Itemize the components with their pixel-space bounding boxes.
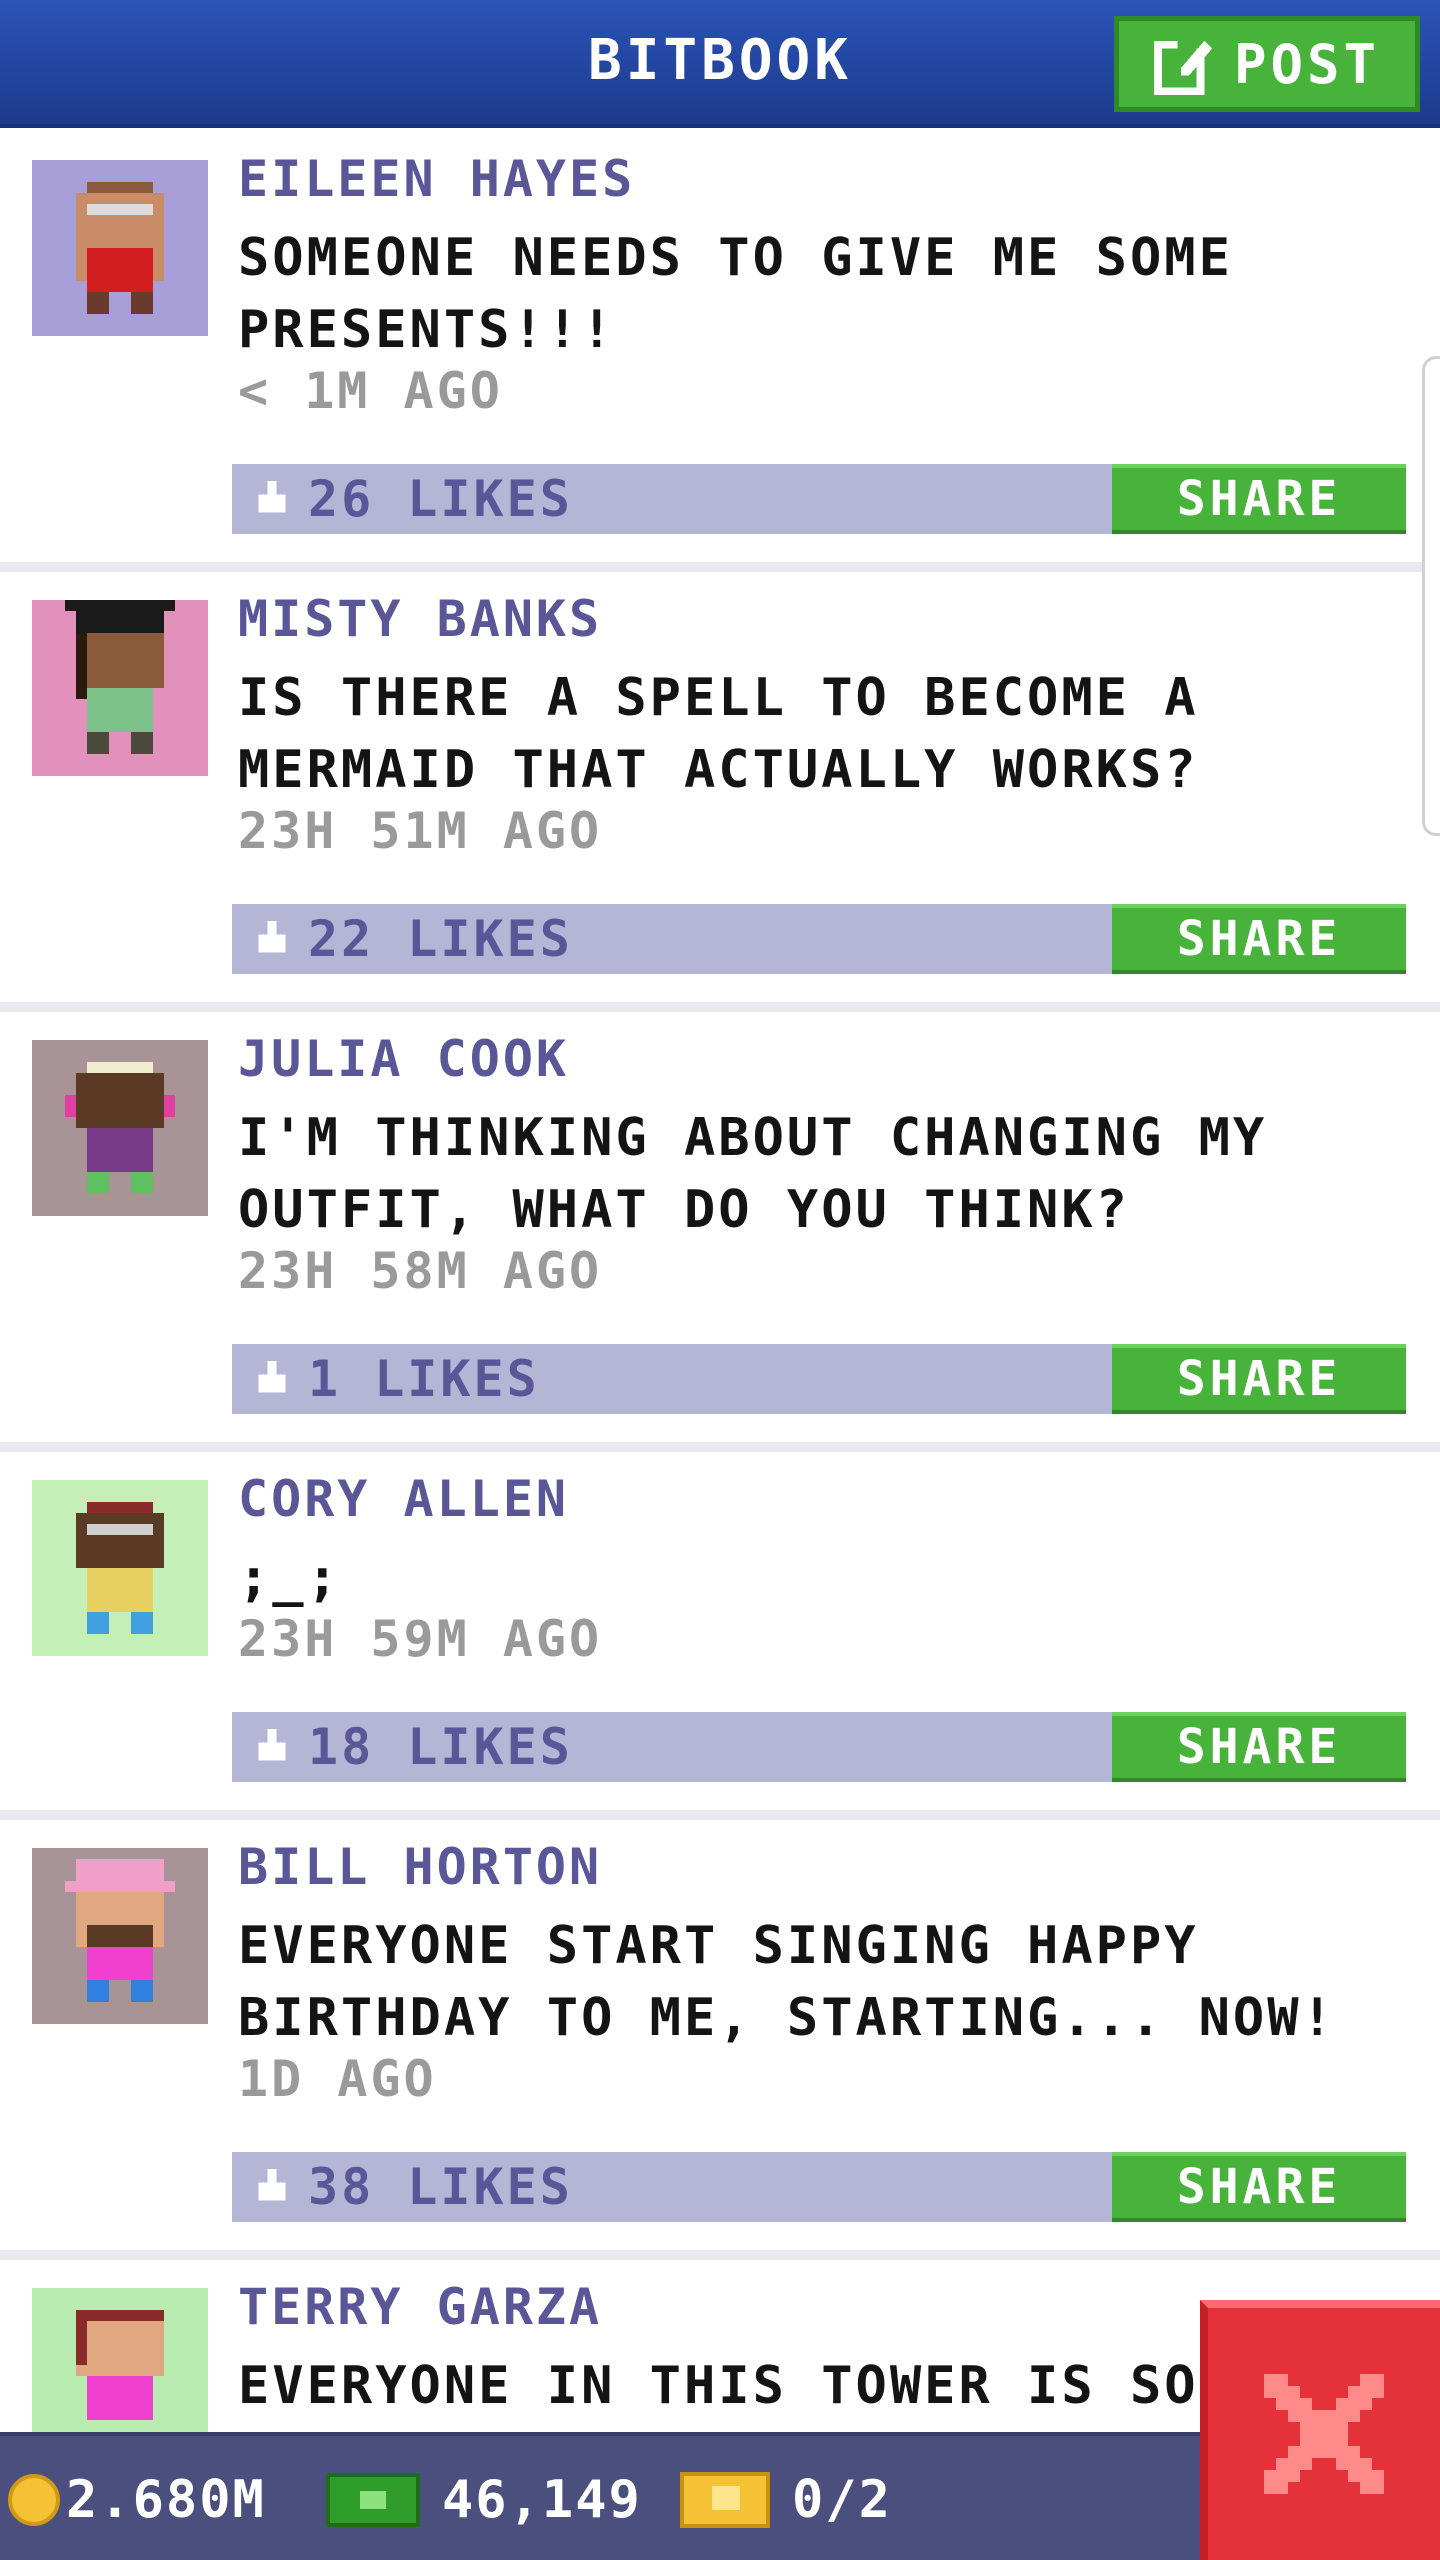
coins-stat: 2.680M — [8, 2436, 266, 2560]
post-author[interactable]: CORY ALLEN — [238, 1470, 569, 1528]
coin-icon — [8, 2474, 60, 2526]
app-header: BITBOOK POST — [0, 0, 1440, 128]
post-time: < 1M AGO — [238, 362, 503, 420]
post-feed[interactable]: EILEEN HAYES SOMEONE NEEDS TO GIVE ME SO… — [0, 132, 1440, 2560]
post-author[interactable]: TERRY GARZA — [238, 2278, 602, 2336]
tickets-value: 0/2 — [792, 2470, 892, 2530]
close-icon — [1264, 2374, 1384, 2494]
avatar[interactable] — [32, 1040, 208, 1216]
like-bar[interactable]: 18 LIKES SHARE — [232, 1712, 1406, 1782]
feed-post: JULIA COOK I'M THINKING ABOUT CHANGING M… — [0, 1012, 1440, 1452]
share-button[interactable]: SHARE — [1112, 904, 1406, 974]
feed-post: CORY ALLEN ;_; 23H 59M AGO 18 LIKES SHAR… — [0, 1452, 1440, 1820]
likes-count: 1 LIKES — [308, 1350, 540, 1408]
feed-post: EILEEN HAYES SOMEONE NEEDS TO GIVE ME SO… — [0, 132, 1440, 572]
post-message: SOMEONE NEEDS TO GIVE ME SOME PRESENTS!!… — [238, 228, 1233, 360]
post-author[interactable]: BILL HORTON — [238, 1838, 602, 1896]
thumbs-up-icon — [258, 2169, 286, 2201]
coins-value: 2.680M — [66, 2470, 266, 2530]
ticket-icon — [680, 2472, 770, 2528]
share-button[interactable]: SHARE — [1112, 2152, 1406, 2222]
post-message: ;_; — [238, 1548, 341, 1608]
share-button[interactable]: SHARE — [1112, 1712, 1406, 1782]
post-message: IS THERE A SPELL TO BECOME A MERMAID THA… — [238, 668, 1199, 800]
post-author[interactable]: MISTY BANKS — [238, 590, 602, 648]
post-time: 23H 51M AGO — [238, 802, 603, 860]
likes-count: 26 LIKES — [308, 470, 573, 528]
post-time: 1D AGO — [238, 2050, 437, 2108]
like-bar[interactable]: 38 LIKES SHARE — [232, 2152, 1406, 2222]
like-bar[interactable]: 26 LIKES SHARE — [232, 464, 1406, 534]
post-button-label: POST — [1233, 32, 1381, 96]
avatar[interactable] — [32, 160, 208, 336]
bux-icon — [326, 2473, 420, 2527]
post-message: EVERYONE START SINGING HAPPY BIRTHDAY TO… — [238, 1916, 1336, 2048]
post-time: 23H 58M AGO — [238, 1242, 603, 1300]
post-time: 23H 59M AGO — [238, 1610, 603, 1668]
scroll-indicator[interactable] — [1422, 356, 1440, 836]
edit-icon — [1153, 40, 1213, 95]
like-bar[interactable]: 1 LIKES SHARE — [232, 1344, 1406, 1414]
post-message: I'M THINKING ABOUT CHANGING MY OUTFIT, W… — [238, 1108, 1268, 1240]
feed-post: MISTY BANKS IS THERE A SPELL TO BECOME A… — [0, 572, 1440, 1012]
post-button[interactable]: POST — [1114, 16, 1420, 112]
bux-stat: 46,149 — [326, 2436, 642, 2560]
likes-count: 18 LIKES — [308, 1718, 573, 1776]
feed-post: BILL HORTON EVERYONE START SINGING HAPPY… — [0, 1820, 1440, 2260]
thumbs-up-icon — [258, 1361, 286, 1393]
close-button[interactable] — [1200, 2300, 1440, 2560]
thumbs-up-icon — [258, 1729, 286, 1761]
bux-value: 46,149 — [442, 2470, 642, 2530]
thumbs-up-icon — [258, 481, 286, 513]
thumbs-up-icon — [258, 921, 286, 953]
tickets-stat: 0/2 — [680, 2436, 892, 2560]
share-button[interactable]: SHARE — [1112, 464, 1406, 534]
likes-count: 38 LIKES — [308, 2158, 573, 2216]
avatar[interactable] — [32, 600, 208, 776]
post-author[interactable]: EILEEN HAYES — [238, 150, 635, 208]
avatar[interactable] — [32, 1480, 208, 1656]
post-author[interactable]: JULIA COOK — [238, 1030, 569, 1088]
avatar[interactable] — [32, 1848, 208, 2024]
like-bar[interactable]: 22 LIKES SHARE — [232, 904, 1406, 974]
share-button[interactable]: SHARE — [1112, 1344, 1406, 1414]
likes-count: 22 LIKES — [308, 910, 573, 968]
